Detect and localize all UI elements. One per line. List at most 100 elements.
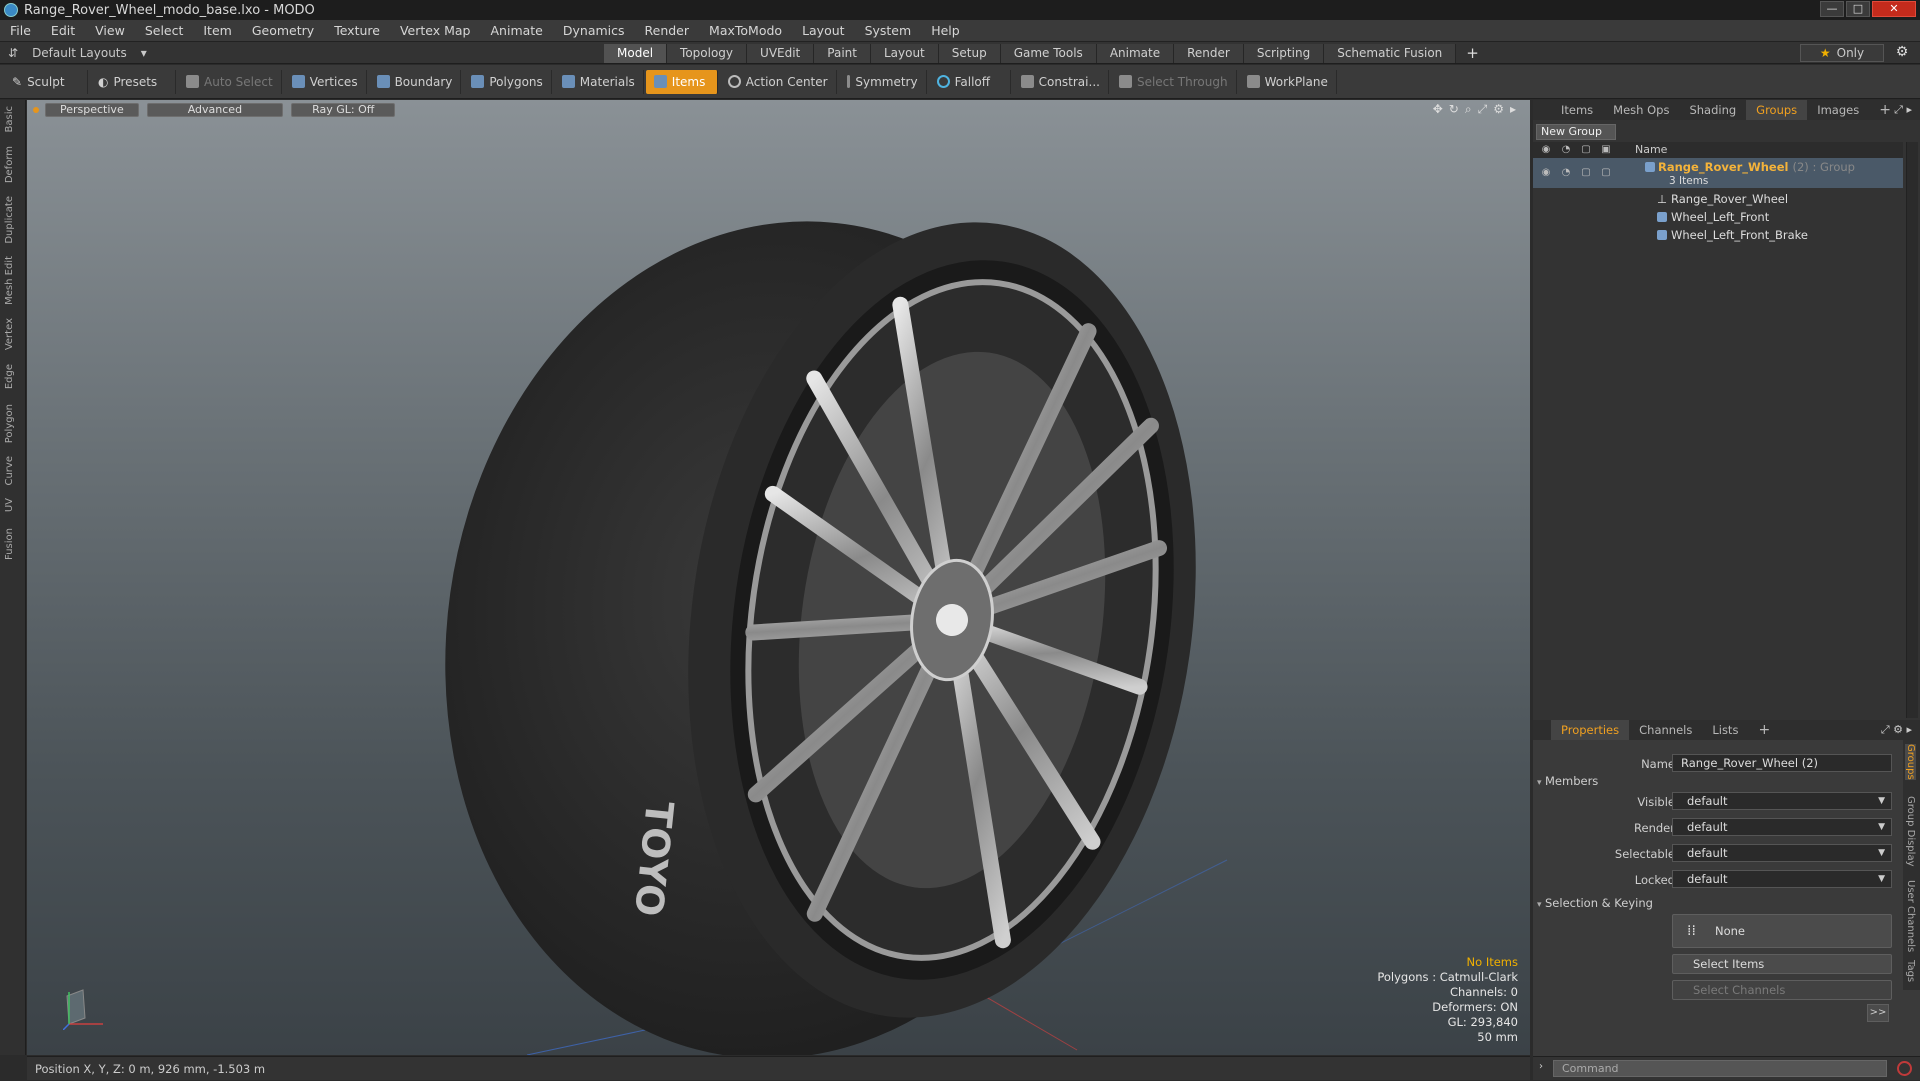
list-item[interactable]: Wheel_Left_Front <box>1533 208 1903 226</box>
menu-layout[interactable]: Layout <box>792 20 855 41</box>
boundary-button[interactable]: Boundary <box>369 69 462 94</box>
maximize-button[interactable]: □ <box>1846 1 1870 17</box>
tab-properties[interactable]: Properties <box>1551 720 1630 740</box>
rotate-icon[interactable]: ↻ <box>1449 102 1459 117</box>
tab-images[interactable]: Images <box>1807 100 1869 120</box>
symmetry-button[interactable]: Symmetry <box>839 69 927 94</box>
render-select[interactable]: default ▼ <box>1672 818 1892 836</box>
tab-scripting[interactable]: Scripting <box>1243 44 1325 63</box>
viewport-gear-icon[interactable]: ⚙ <box>1493 102 1504 117</box>
group-row[interactable]: ◉ ◔ ▢ ▢ Range_Rover_Wheel (2) : Group 3 … <box>1533 158 1903 188</box>
tab-groups[interactable]: Groups <box>1746 100 1808 120</box>
lock-icon[interactable]: ▢ <box>1577 164 1595 180</box>
tab-setup[interactable]: Setup <box>938 44 1001 63</box>
auto-select-button[interactable]: Auto Select <box>178 69 282 94</box>
action-center-button[interactable]: Action Center <box>720 69 837 94</box>
menu-render[interactable]: Render <box>635 20 700 41</box>
none-button[interactable]: ⁞⁞ None <box>1672 914 1892 948</box>
members-section[interactable]: ▾ Members <box>1537 774 1598 788</box>
record-macro-icon[interactable] <box>1897 1061 1912 1076</box>
chevron-right-icon[interactable]: ▸ <box>1510 102 1516 117</box>
vtab-basic[interactable]: Basic <box>4 106 15 132</box>
side-tab-tags[interactable]: Tags <box>1905 960 1916 982</box>
add-properties-tab-button[interactable]: + <box>1748 720 1780 740</box>
more-button[interactable]: >> <box>1867 1004 1889 1022</box>
tab-layout[interactable]: Layout <box>870 44 939 63</box>
select-icon[interactable]: ▢ <box>1597 164 1615 180</box>
new-group-button[interactable]: New Group <box>1536 124 1616 140</box>
menu-item[interactable]: Item <box>193 20 241 41</box>
select-items-button[interactable]: Select Items <box>1672 954 1892 974</box>
vtab-vertex[interactable]: Vertex <box>4 318 15 350</box>
sculpt-button[interactable]: ✎ Sculpt <box>4 69 88 94</box>
close-button[interactable]: ✕ <box>1872 1 1916 17</box>
side-tab-group-display[interactable]: Group Display <box>1905 796 1916 866</box>
menu-texture[interactable]: Texture <box>324 20 390 41</box>
visible-select[interactable]: default ▼ <box>1672 792 1892 810</box>
menu-vertex-map[interactable]: Vertex Map <box>390 20 481 41</box>
vtab-fusion[interactable]: Fusion <box>4 528 15 560</box>
polygons-button[interactable]: Polygons <box>463 69 552 94</box>
tab-channels[interactable]: Channels <box>1629 720 1702 740</box>
menu-maxtomodo[interactable]: MaxToModo <box>699 20 792 41</box>
list-item[interactable]: ⊥ Range_Rover_Wheel <box>1533 190 1903 208</box>
list-item[interactable]: Wheel_Left_Front_Brake <box>1533 226 1903 244</box>
vtab-deform[interactable]: Deform <box>4 146 15 183</box>
falloff-button[interactable]: Falloff <box>929 69 1011 94</box>
locked-select[interactable]: default ▼ <box>1672 870 1892 888</box>
tab-schematic-fusion[interactable]: Schematic Fusion <box>1324 44 1457 63</box>
ray-gl-button[interactable]: Ray GL: Off <box>291 103 396 117</box>
minimize-button[interactable]: — <box>1820 1 1844 17</box>
eye-icon[interactable]: ◉ <box>1537 164 1555 180</box>
selectable-select[interactable]: default ▼ <box>1672 844 1892 862</box>
tab-topology[interactable]: Topology <box>667 44 748 63</box>
vertices-button[interactable]: Vertices <box>284 69 367 94</box>
shading-button[interactable]: Advanced <box>146 103 284 117</box>
view-type-button[interactable]: Perspective <box>45 103 139 117</box>
selection-keying-section[interactable]: ▾ Selection & Keying <box>1537 896 1653 910</box>
3d-viewport[interactable]: TOYO Perspective Advanced Ray GL: Off ✥ … <box>27 100 1530 1055</box>
vtab-mesh-edit[interactable]: Mesh Edit <box>4 256 15 305</box>
fit-icon[interactable]: ⤢ <box>1478 102 1488 117</box>
select-channels-button[interactable]: Select Channels <box>1672 980 1892 1000</box>
vtab-polygon[interactable]: Polygon <box>4 404 15 443</box>
constraints-button[interactable]: Constrai... <box>1013 69 1109 94</box>
tab-mesh-ops[interactable]: Mesh Ops <box>1603 100 1679 120</box>
tab-paint[interactable]: Paint <box>814 44 871 63</box>
menu-system[interactable]: System <box>855 20 922 41</box>
only-toggle-button[interactable]: ★ Only <box>1800 44 1884 62</box>
vtab-uv[interactable]: UV <box>4 498 15 512</box>
materials-button[interactable]: Materials <box>554 69 644 94</box>
menu-view[interactable]: View <box>85 20 135 41</box>
name-field[interactable]: Range_Rover_Wheel (2) <box>1672 754 1892 772</box>
select-through-button[interactable]: Select Through <box>1111 69 1237 94</box>
zoom-icon[interactable]: ⌕ <box>1465 102 1472 117</box>
items-button[interactable]: Items <box>645 69 718 94</box>
menu-dynamics[interactable]: Dynamics <box>553 20 635 41</box>
menu-geometry[interactable]: Geometry <box>242 20 324 41</box>
tab-lists[interactable]: Lists <box>1702 720 1748 740</box>
expand-icon[interactable]: ⤢ ▸ <box>1894 103 1912 117</box>
gear-icon[interactable]: ⚙ <box>1892 44 1912 62</box>
menu-file[interactable]: File <box>0 20 41 41</box>
tab-items[interactable]: Items <box>1551 100 1603 120</box>
tab-model[interactable]: Model <box>604 44 668 63</box>
properties-expand-icon[interactable]: ⤢ ⚙ ▸ <box>1881 723 1912 737</box>
side-tab-groups[interactable]: Groups <box>1905 744 1916 780</box>
command-input[interactable]: Command <box>1553 1060 1887 1077</box>
vtab-duplicate[interactable]: Duplicate <box>4 196 15 244</box>
groups-scrollbar[interactable] <box>1906 142 1918 718</box>
tab-uvedit[interactable]: UVEdit <box>747 44 815 63</box>
menu-animate[interactable]: Animate <box>481 20 553 41</box>
menu-help[interactable]: Help <box>921 20 970 41</box>
vtab-edge[interactable]: Edge <box>4 364 15 389</box>
presets-button[interactable]: ◐ Presets <box>90 69 176 94</box>
pan-icon[interactable]: ✥ <box>1433 102 1443 117</box>
layout-picker[interactable]: ⇵ Default Layouts ▾ <box>0 42 147 63</box>
tab-animate[interactable]: Animate <box>1096 44 1175 63</box>
menu-select[interactable]: Select <box>135 20 194 41</box>
vtab-curve[interactable]: Curve <box>4 456 15 486</box>
workplane-button[interactable]: WorkPlane <box>1239 69 1337 94</box>
tab-shading[interactable]: Shading <box>1679 100 1746 120</box>
add-tab-button[interactable]: + <box>1456 44 1489 63</box>
